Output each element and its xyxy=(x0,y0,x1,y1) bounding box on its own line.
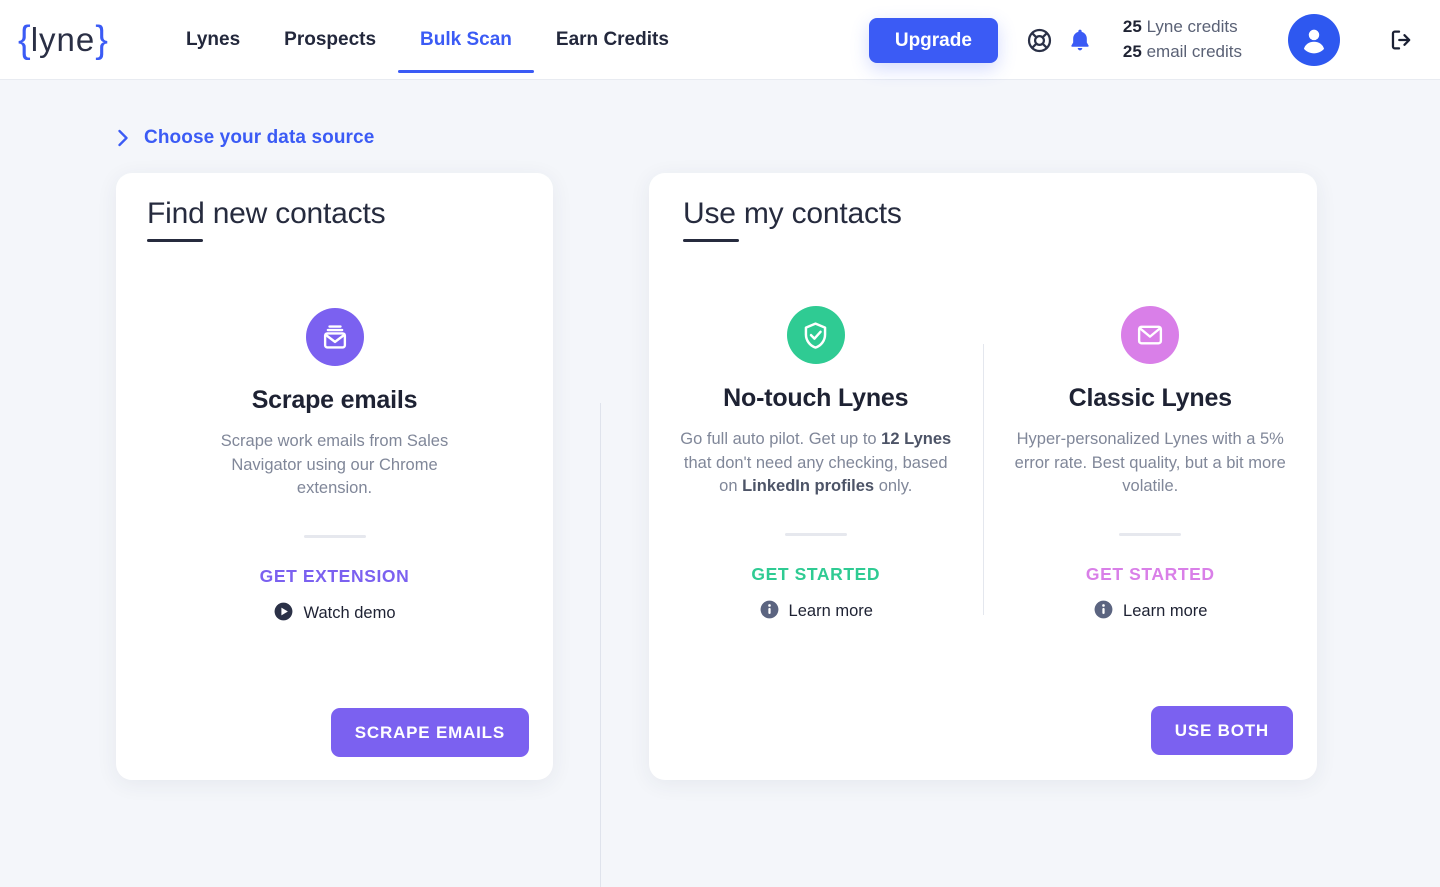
app-logo[interactable]: {lyne} xyxy=(18,21,108,59)
classic-lynes-option: Classic Lynes Hyper-personalized Lynes w… xyxy=(984,306,1318,625)
chevron-right-icon xyxy=(117,128,130,148)
nav-tab-bulk-scan[interactable]: Bulk Scan xyxy=(398,0,534,80)
scrape-emails-title: Scrape emails xyxy=(251,386,418,414)
use-both-button[interactable]: USE BOTH xyxy=(1150,706,1293,755)
play-circle-icon xyxy=(273,601,294,627)
logo-brace-open: { xyxy=(18,18,31,61)
learn-more-label: Learn more xyxy=(788,602,873,621)
desc-text: Hyper-personalized Lynes with a 5% error… xyxy=(1014,430,1286,496)
lyne-credits-count: 25 xyxy=(1122,17,1142,37)
right-card-title-underline xyxy=(683,239,739,242)
credits-summary: 25 Lyne credits 25 email credits xyxy=(1123,15,1242,64)
no-touch-lynes-divider xyxy=(784,532,847,536)
email-credits-count: 25 xyxy=(1122,42,1142,61)
left-card-title-underline xyxy=(147,239,203,242)
watch-demo-label: Watch demo xyxy=(303,604,396,623)
desc-text-bold: 12 Lynes xyxy=(881,430,952,448)
scrape-emails-button[interactable]: SCRAPE EMAILS xyxy=(330,708,529,757)
nav-tab-label: Lynes xyxy=(185,28,241,50)
scrape-emails-option: Scrape emails Scrape work emails from Sa… xyxy=(116,308,553,627)
use-my-contacts-card: Use my contacts No-touch Lynes Go full a… xyxy=(649,173,1317,780)
classic-learn-more-link[interactable]: Learn more xyxy=(1093,599,1207,625)
no-touch-lynes-description: Go full auto pilot. Get up to 12 Lynes t… xyxy=(676,428,956,499)
choose-data-source-link[interactable]: Choose your data source xyxy=(117,127,374,149)
no-touch-learn-more-link[interactable]: Learn more xyxy=(759,599,873,625)
info-circle-icon xyxy=(759,599,780,625)
envelope-icon xyxy=(1121,306,1180,364)
nav-tab-earn-credits[interactable]: Earn Credits xyxy=(534,0,691,80)
lifebuoy-icon[interactable] xyxy=(1026,27,1053,54)
desc-text: Scrape work emails from Sales Navigator … xyxy=(220,432,449,498)
left-card-title: Find new contacts xyxy=(147,197,386,230)
email-credits-row: 25 email credits xyxy=(1123,40,1242,65)
logo-word: lyne xyxy=(30,21,96,58)
desc-text: Go full auto pilot. Get up to xyxy=(680,430,882,448)
no-touch-get-started-link[interactable]: GET STARTED xyxy=(751,564,880,585)
desc-text-bold: LinkedIn profiles xyxy=(742,477,875,496)
nav-tab-label: Bulk Scan xyxy=(420,28,512,50)
user-avatar-icon[interactable] xyxy=(1288,14,1340,66)
cards-column-divider xyxy=(600,403,601,887)
logo-brace-close: } xyxy=(95,18,108,61)
classic-lynes-title: Classic Lynes xyxy=(1068,384,1232,412)
upgrade-button[interactable]: Upgrade xyxy=(868,17,998,63)
lyne-credits-label: Lyne credits xyxy=(1146,17,1238,37)
classic-get-started-link[interactable]: GET STARTED xyxy=(1086,564,1215,585)
find-new-contacts-card: Find new contacts Scrape emails Scrape w… xyxy=(116,173,553,780)
watch-demo-link[interactable]: Watch demo xyxy=(273,601,396,627)
classic-lynes-divider xyxy=(1119,532,1182,536)
navbar-right-cluster: Upgrade 25 Lyne credits 25 email credits xyxy=(868,0,1440,80)
get-extension-link[interactable]: GET EXTENSION xyxy=(260,566,410,587)
data-source-cards: Find new contacts Scrape emails Scrape w… xyxy=(0,173,1440,887)
scrape-emails-divider xyxy=(303,534,366,538)
left-card-options: Scrape emails Scrape work emails from Sa… xyxy=(116,308,553,627)
main-navigation: Lynes Prospects Bulk Scan Earn Credits xyxy=(164,0,691,80)
info-circle-icon xyxy=(1093,599,1114,625)
nav-tab-label: Earn Credits xyxy=(555,28,669,50)
email-credits-label: email credits xyxy=(1146,42,1242,61)
page-body: Choose your data source Find new contact… xyxy=(0,127,1440,887)
classic-lynes-description: Hyper-personalized Lynes with a 5% error… xyxy=(1010,428,1290,499)
right-card-title: Use my contacts xyxy=(683,197,902,230)
inbox-mail-icon xyxy=(305,308,364,366)
no-touch-lynes-title: No-touch Lynes xyxy=(723,384,909,412)
shield-check-icon xyxy=(786,306,845,364)
scrape-emails-description: Scrape work emails from Sales Navigator … xyxy=(195,430,475,501)
nav-tab-prospects[interactable]: Prospects xyxy=(262,0,398,80)
no-touch-lynes-option: No-touch Lynes Go full auto pilot. Get u… xyxy=(649,306,983,625)
logout-icon[interactable] xyxy=(1388,27,1414,53)
desc-text: only. xyxy=(874,477,913,496)
right-card-options: No-touch Lynes Go full auto pilot. Get u… xyxy=(649,306,1317,625)
choose-data-source-label: Choose your data source xyxy=(144,127,375,148)
bell-icon[interactable] xyxy=(1067,27,1093,53)
top-navbar: {lyne} Lynes Prospects Bulk Scan Earn Cr… xyxy=(0,0,1440,80)
nav-tab-lynes[interactable]: Lynes xyxy=(164,0,262,80)
learn-more-label: Learn more xyxy=(1123,602,1208,621)
lyne-credits-row: 25 Lyne credits xyxy=(1123,15,1242,40)
nav-tab-label: Prospects xyxy=(284,28,377,50)
